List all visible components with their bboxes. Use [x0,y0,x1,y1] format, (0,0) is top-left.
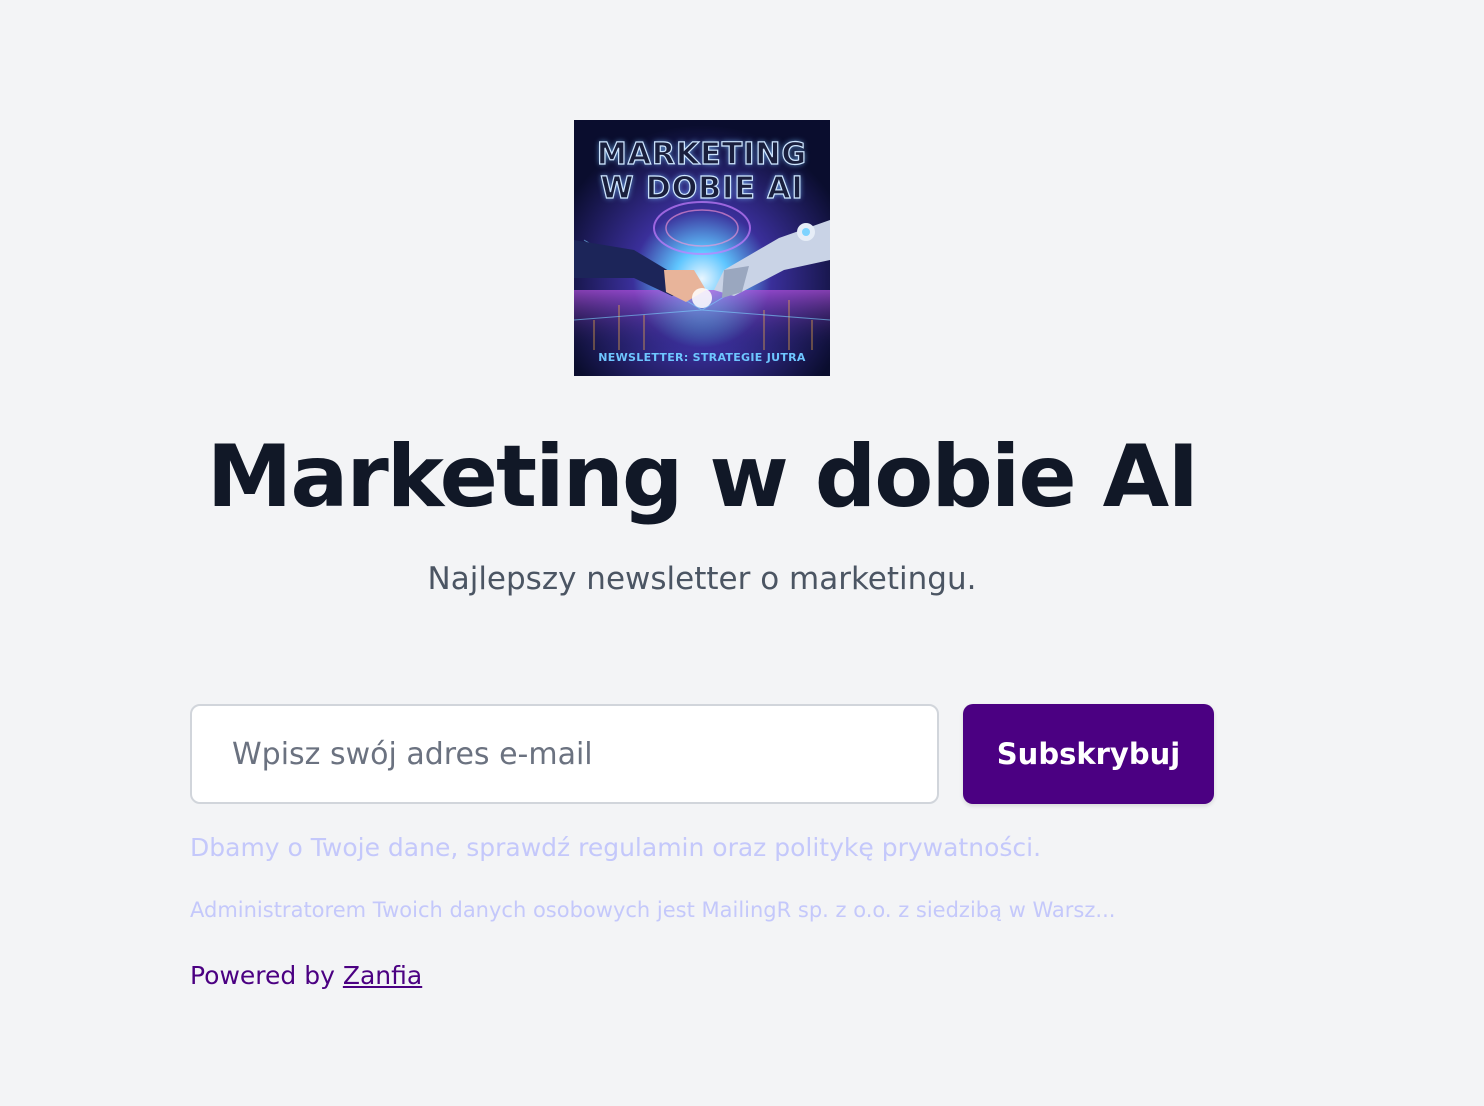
powered-by-label: Powered by [190,961,335,990]
data-administrator-note[interactable]: Administratorem Twoich danych osobowych … [190,895,1190,925]
newsletter-signup-page: MARKETING W DOBIE AI NEWSLETTER: STRATEGI… [0,0,1484,1106]
zanfia-link[interactable]: Zanfia [343,961,422,990]
page-title: Marketing w dobie AI [206,427,1199,527]
powered-by: Powered by Zanfia [190,958,422,994]
subscribe-button[interactable]: Subskrybuj [963,704,1214,804]
email-input[interactable] [190,704,939,804]
newsletter-cover-image: MARKETING W DOBIE AI NEWSLETTER: STRATEGI… [574,120,830,376]
page-subtitle: Najlepszy newsletter o marketingu. [427,561,977,597]
cover-subtitle: NEWSLETTER: STRATEGIE JUTRA [598,351,806,364]
cover-title: MARKETING W DOBIE AI [596,137,808,206]
privacy-note[interactable]: Dbamy o Twoje dane, sprawdź regulamin or… [190,830,1250,866]
